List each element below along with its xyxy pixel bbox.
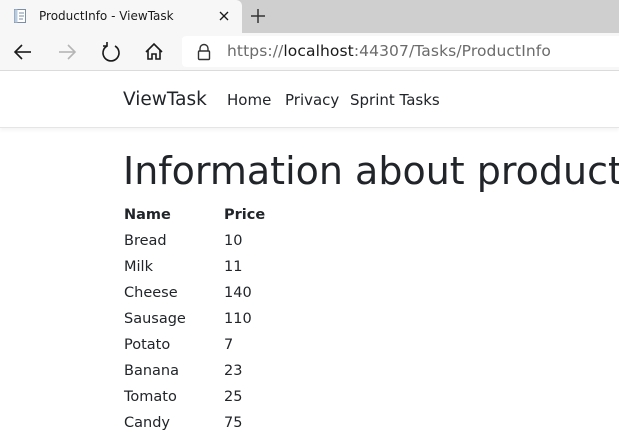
- product-name-cell: Tomato: [124, 389, 177, 405]
- product-price-cell: 23: [224, 363, 243, 379]
- table-row: Sausage 110: [124, 306, 265, 332]
- browser-tab[interactable]: ProductInfo - ViewTask: [0, 0, 242, 33]
- product-price-cell: 140: [224, 285, 252, 301]
- nav-link-home[interactable]: Home: [227, 91, 271, 109]
- table-row: Tomato 25: [124, 384, 265, 410]
- arrow-left-icon[interactable]: [10, 39, 36, 65]
- product-price-cell: 7: [224, 337, 234, 353]
- table-row: Milk 11: [124, 254, 265, 280]
- product-table: Name Price Bread 10 Milk 11 Cheese 140 S…: [124, 202, 265, 436]
- product-name-cell: Sausage: [124, 311, 186, 327]
- plus-icon[interactable]: [248, 6, 268, 26]
- product-price-cell: 110: [224, 311, 252, 327]
- tab-strip: ProductInfo - ViewTask: [0, 0, 619, 33]
- table-row: Bread 10: [124, 228, 265, 254]
- product-name-cell: Milk: [124, 259, 153, 275]
- close-icon[interactable]: [216, 8, 232, 24]
- arrow-right-icon[interactable]: [54, 39, 80, 65]
- url-host: localhost: [283, 42, 354, 60]
- product-name-cell: Potato: [124, 337, 171, 353]
- table-row: Potato 7: [124, 332, 265, 358]
- table-row: Cheese 140: [124, 280, 265, 306]
- url-text[interactable]: https://localhost:44307/Tasks/ProductInf…: [227, 42, 551, 60]
- product-price-cell: 25: [224, 389, 243, 405]
- column-header-name: Name: [124, 207, 171, 223]
- site-navbar: ViewTask Home Privacy Sprint Tasks: [0, 71, 619, 128]
- nav-link-sprint-tasks[interactable]: Sprint Tasks: [350, 91, 440, 109]
- address-bar[interactable]: https://localhost:44307/Tasks/ProductInf…: [182, 36, 619, 67]
- url-path: :44307/Tasks/ProductInfo: [353, 42, 551, 60]
- product-price-cell: 75: [224, 415, 243, 431]
- table-row: Candy 75: [124, 410, 265, 436]
- page-icon: [12, 8, 28, 28]
- browser-toolbar: https://localhost:44307/Tasks/ProductInf…: [0, 33, 619, 70]
- page-title: Information about product: [123, 149, 619, 193]
- product-price-cell: 10: [224, 233, 243, 249]
- navbar-brand[interactable]: ViewTask: [123, 89, 207, 110]
- table-row: Banana 23: [124, 358, 265, 384]
- product-name-cell: Banana: [124, 363, 179, 379]
- refresh-icon[interactable]: [98, 39, 124, 65]
- table-header-row: Name Price: [124, 202, 265, 228]
- home-icon[interactable]: [141, 39, 167, 65]
- product-name-cell: Candy: [124, 415, 170, 431]
- product-name-cell: Cheese: [124, 285, 178, 301]
- product-price-cell: 11: [224, 259, 243, 275]
- url-scheme: https://: [227, 42, 284, 60]
- column-header-price: Price: [224, 207, 266, 223]
- nav-link-privacy[interactable]: Privacy: [285, 91, 339, 109]
- tab-title: ProductInfo - ViewTask: [39, 9, 174, 23]
- lock-icon[interactable]: [196, 43, 212, 65]
- product-name-cell: Bread: [124, 233, 167, 249]
